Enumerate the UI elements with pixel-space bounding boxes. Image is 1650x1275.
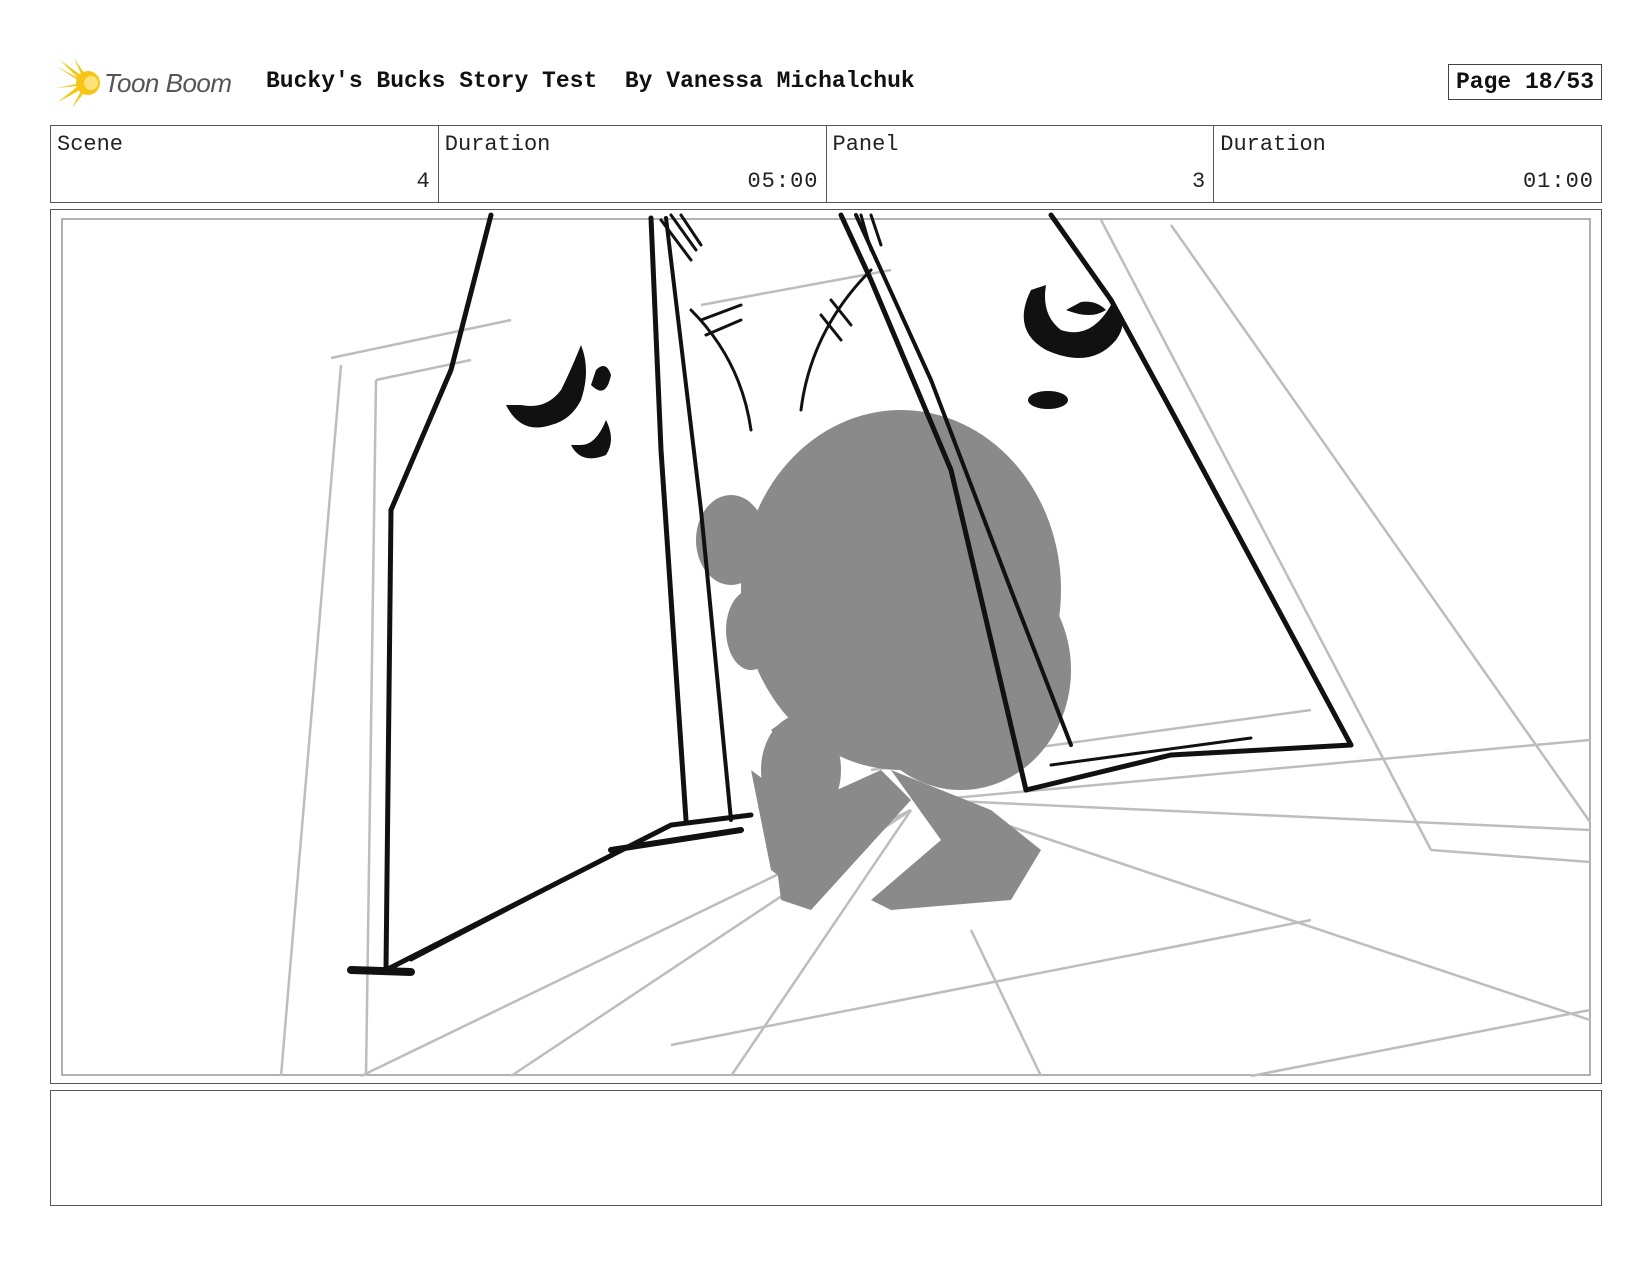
- scene-duration-label: Duration: [444, 132, 551, 157]
- scene-info-row: Scene 4 Duration 05:00 Panel 3 Duration …: [50, 125, 1602, 203]
- scene-cell: Scene 4: [51, 126, 439, 202]
- scene-duration-value: 05:00: [747, 169, 819, 194]
- panel-label: Panel: [832, 132, 899, 157]
- scene-duration-cell: Duration 05:00: [439, 126, 827, 202]
- ink-splats: [506, 285, 1123, 459]
- storyboard-header: Toon Boom Bucky's Bucks Story Test By Va…: [50, 56, 1602, 108]
- left-door: [347, 212, 754, 976]
- character-silhouette: [696, 410, 1071, 910]
- panel-cell: Panel 3: [827, 126, 1215, 202]
- toon-boom-logo: Toon Boom: [54, 58, 254, 108]
- panel-notes-box[interactable]: [50, 1090, 1602, 1206]
- storyboard-title: Bucky's Bucks Story Test By Vanessa Mich…: [266, 68, 915, 94]
- motion-marks: [689, 268, 873, 432]
- logo-text: Toon Boom: [104, 67, 232, 98]
- panel-value: 3: [1192, 169, 1207, 194]
- panel-duration-cell: Duration 01:00: [1214, 126, 1601, 202]
- scene-label: Scene: [57, 132, 124, 157]
- panel-duration-label: Duration: [1220, 132, 1326, 157]
- panel-duration-value: 01:00: [1522, 169, 1594, 194]
- panel-sketch: [61, 212, 1592, 1078]
- storyboard-panel-frame: [50, 209, 1602, 1084]
- scene-value: 4: [416, 169, 431, 194]
- page-indicator: Page 18/53: [1447, 64, 1602, 100]
